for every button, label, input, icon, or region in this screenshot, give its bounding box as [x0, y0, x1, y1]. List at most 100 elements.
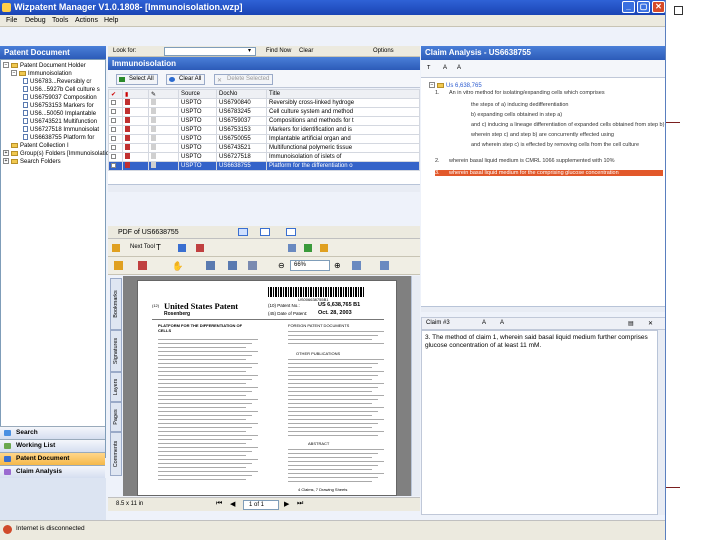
claim-step[interactable]: and c) inducing a lineage differentiatio…	[457, 122, 664, 128]
page-layout-icon[interactable]	[380, 261, 389, 270]
checkbox[interactable]	[111, 108, 116, 114]
checked-column-header[interactable]: ✔	[108, 89, 123, 99]
menu-tools[interactable]: Tools	[52, 17, 68, 24]
pdf-view-icon[interactable]	[238, 228, 248, 236]
pdf-save-icon[interactable]	[260, 228, 270, 236]
font-size-icon[interactable]: A	[500, 320, 504, 326]
claim-item[interactable]: 1. An in vitro method for isolating/expan…	[435, 90, 605, 96]
options-button[interactable]: Options	[373, 48, 394, 54]
collapse-icon[interactable]: −	[11, 70, 17, 77]
tree-item-doc[interactable]: US6638755 Platform for	[23, 134, 94, 142]
next-page-icon[interactable]: ▶	[284, 500, 289, 508]
table-row[interactable]: USPTO US6727518 Immunoisolation of islets …	[108, 152, 420, 162]
checkbox[interactable]	[111, 117, 116, 123]
page-number-field[interactable]: 1 of 1	[243, 500, 279, 510]
note-icon[interactable]	[151, 117, 156, 123]
note-icon[interactable]	[151, 126, 156, 132]
note-column-header[interactable]: ✎	[148, 89, 179, 99]
claim-detail-vscrollbar[interactable]	[657, 330, 665, 515]
note-icon[interactable]	[151, 144, 156, 150]
tree-item-doc[interactable]: US6743521 Multifunction	[23, 118, 97, 126]
zoom-in-icon[interactable]	[206, 261, 215, 270]
doc-list-hscrollbar[interactable]	[108, 184, 420, 192]
claim-hscrollbar[interactable]	[421, 306, 665, 312]
tree-item-doc[interactable]: US6...50050 Implantable	[23, 110, 96, 118]
checkbox[interactable]	[111, 99, 116, 105]
table-row[interactable]: USPTO US6753153 Markers for identification…	[108, 125, 420, 135]
expand-icon[interactable]: +	[3, 158, 9, 165]
zoom-out-icon[interactable]: ⊖	[278, 261, 285, 270]
claim-step[interactable]: the steps of a) inducing dedifferentiati…	[457, 102, 568, 108]
pdf-print-icon[interactable]	[286, 228, 296, 236]
font-style-icon[interactable]: A	[443, 65, 447, 71]
menu-actions[interactable]: Actions	[75, 17, 98, 24]
claim-step[interactable]: wherein step c) and step b) are concurre…	[457, 132, 614, 138]
attach-icon[interactable]	[320, 244, 328, 252]
search-pdf-icon[interactable]	[304, 244, 312, 252]
first-page-icon[interactable]: ⏮	[216, 500, 222, 508]
clear-search-button[interactable]: Clear	[299, 48, 313, 54]
claim-step[interactable]: and wherein step c) is effected by remov…	[457, 142, 639, 148]
claim-tree-root[interactable]: − Us 6,638,765	[429, 82, 482, 90]
maximize-button[interactable]: ▢	[637, 1, 650, 13]
pdf-icon[interactable]	[125, 126, 130, 132]
table-row[interactable]: USPTO US6638755 Platform for the different…	[108, 161, 420, 171]
checkbox[interactable]	[111, 135, 116, 141]
pdf-icon[interactable]	[125, 108, 130, 114]
tree-item-immunoisolation[interactable]: − Immunoisolation	[11, 70, 72, 78]
last-page-icon[interactable]: ⏭	[297, 500, 303, 508]
note-icon[interactable]	[151, 99, 156, 105]
pen-icon[interactable]	[138, 261, 147, 270]
pages-tab[interactable]: Pages	[110, 402, 122, 432]
menu-debug[interactable]: Debug	[25, 17, 46, 24]
close-button[interactable]: ✕	[652, 1, 665, 13]
collapse-icon[interactable]: −	[429, 82, 435, 89]
look-for-dropdown-icon[interactable]: ▾	[248, 47, 251, 54]
close-claim-detail-icon[interactable]: ✕	[648, 320, 653, 327]
claim-step[interactable]: b) expanding cells obtained in step a)	[457, 112, 562, 118]
delete-selected-button[interactable]: ✕ Delete Selected	[214, 74, 274, 85]
nav-patent-document-button[interactable]: Patent Document	[0, 452, 105, 465]
table-row[interactable]: USPTO US6750055 Implantable artificial org…	[108, 134, 420, 144]
look-for-input[interactable]	[164, 47, 256, 56]
minimize-button[interactable]: _	[622, 1, 635, 13]
fit-width-icon[interactable]	[248, 261, 257, 270]
pdf-column-header[interactable]: ▮	[122, 89, 149, 99]
clear-all-button[interactable]: Clear All	[166, 74, 206, 85]
tree-item-collection[interactable]: Patent Collection I	[11, 142, 69, 150]
note-icon[interactable]	[151, 162, 156, 168]
claim-detail-icon[interactable]: ▤	[628, 320, 634, 327]
font-style-icon[interactable]: A	[482, 320, 486, 326]
table-row[interactable]: USPTO US6783245 Cell culture system and me…	[108, 107, 420, 117]
layers-tab[interactable]: Layers	[110, 372, 122, 402]
checkbox[interactable]	[111, 153, 116, 159]
tree-item-doc[interactable]: US6...5927b Cell culture s	[23, 86, 100, 94]
select-tool-icon[interactable]	[178, 244, 186, 252]
source-column-header[interactable]: Source	[178, 89, 217, 99]
zoom-level-field[interactable]: 66%	[290, 260, 330, 271]
font-size-icon[interactable]: A	[457, 65, 461, 71]
nav-search-button[interactable]: Search	[0, 426, 105, 439]
open-icon[interactable]	[114, 261, 123, 270]
checkbox[interactable]	[111, 126, 116, 132]
pdf-icon[interactable]	[125, 153, 130, 159]
tree-item-doc[interactable]: US6753153 Markers for	[23, 102, 94, 110]
pdf-icon[interactable]	[125, 117, 130, 123]
next-tool-button[interactable]: Next Tool	[130, 244, 155, 250]
nav-claim-analysis-button[interactable]: Claim Analysis	[0, 465, 105, 478]
claim-item[interactable]: 3. wherein basal liquid medium for the co…	[435, 170, 663, 176]
menu-help[interactable]: Help	[104, 17, 118, 24]
pdf-vscrollbar[interactable]	[411, 276, 420, 496]
format-icon[interactable]: ᵀ	[427, 64, 430, 73]
table-row[interactable]: USPTO US6790840 Reversibly cross-linked hy…	[108, 98, 420, 108]
pdf-icon[interactable]	[125, 135, 130, 141]
bookmarks-tab[interactable]: Bookmarks	[110, 278, 122, 330]
table-row[interactable]: USPTO US6759037 Compositions and methods f…	[108, 116, 420, 126]
prev-page-icon[interactable]: ◀	[230, 500, 235, 508]
hand-icon[interactable]: ✋	[172, 261, 183, 272]
hand-tool-icon[interactable]	[112, 244, 120, 252]
note-icon[interactable]	[151, 135, 156, 141]
tree-item-holder[interactable]: − Patent Document Holder	[3, 62, 86, 70]
fit-page-icon[interactable]	[228, 261, 237, 270]
pdf-icon[interactable]	[125, 162, 130, 168]
